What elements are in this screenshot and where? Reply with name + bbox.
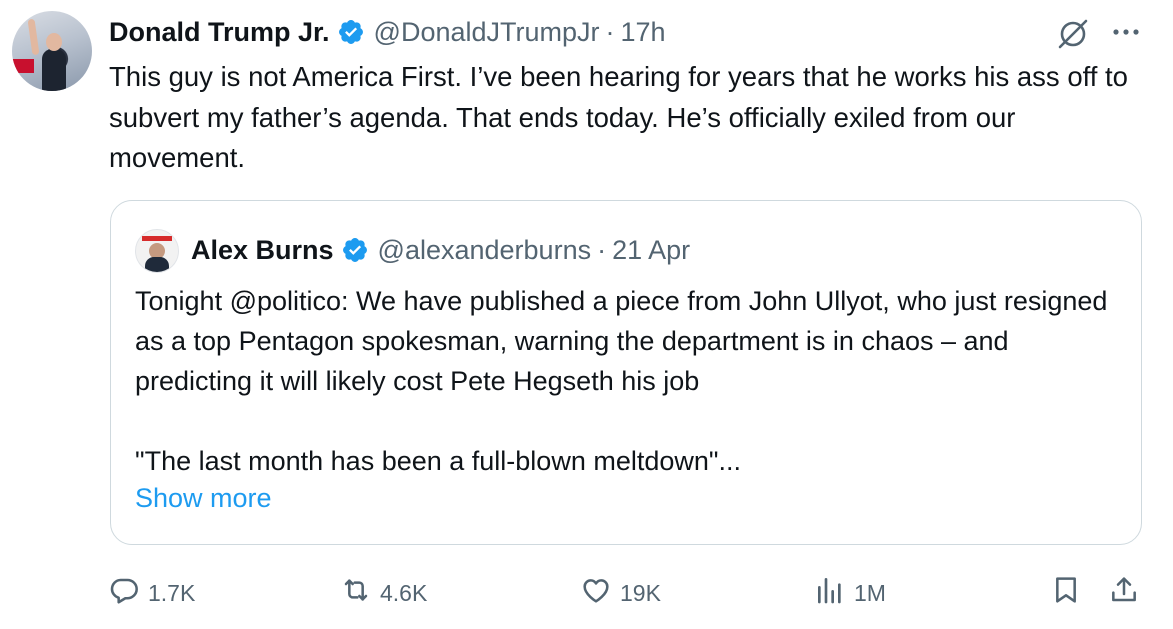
quoted-tweet-date[interactable]: 21 Apr: [612, 235, 690, 266]
author-avatar[interactable]: [12, 11, 92, 91]
quoted-author-avatar[interactable]: [135, 229, 179, 273]
share-button[interactable]: [1108, 570, 1140, 616]
more-icon[interactable]: [1110, 22, 1142, 42]
author-name[interactable]: Donald Trump Jr.: [109, 17, 330, 48]
bookmark-button[interactable]: [1050, 570, 1082, 616]
quoted-tweet-header: Alex Burns @alexanderburns · 21 Apr: [191, 231, 690, 269]
quoted-author-name[interactable]: Alex Burns: [191, 235, 334, 266]
quoted-paragraph-2: "The last month has been a full-blown me…: [135, 446, 741, 476]
grok-icon[interactable]: [1056, 17, 1090, 51]
verified-badge-icon: [341, 236, 369, 264]
action-bar: 1.7K 4.6K 19K 1M: [0, 570, 1173, 616]
views-button[interactable]: 1M: [814, 570, 886, 616]
views-count: 1M: [854, 579, 886, 606]
quoted-paragraph-1: Tonight @politico: We have published a p…: [135, 286, 1108, 396]
tweet-timestamp[interactable]: 17h: [621, 17, 666, 48]
quoted-tweet-text: Tonight @politico: We have published a p…: [135, 281, 1125, 481]
tweet-text: This guy is not America First. I’ve been…: [109, 61, 1128, 173]
tweet-header: Donald Trump Jr. @DonaldJTrumpJr · 17h: [109, 14, 666, 50]
repost-count: 4.6K: [380, 579, 428, 606]
views-icon: [814, 574, 846, 612]
verified-badge-icon: [337, 18, 365, 46]
like-count: 19K: [620, 579, 661, 606]
repost-button[interactable]: 4.6K: [340, 570, 427, 616]
separator-dot: ·: [605, 16, 615, 47]
like-button[interactable]: 19K: [580, 570, 661, 616]
reply-button[interactable]: 1.7K: [108, 570, 195, 616]
reply-icon: [108, 574, 140, 612]
quoted-author-handle[interactable]: @alexanderburns: [378, 235, 592, 266]
quoted-tweet[interactable]: Alex Burns @alexanderburns · 21 Apr Toni…: [110, 200, 1142, 545]
bookmark-icon: [1050, 574, 1082, 612]
like-icon: [580, 574, 612, 612]
share-icon: [1108, 574, 1140, 612]
author-handle[interactable]: @DonaldJTrumpJr: [374, 17, 600, 48]
separator-dot: ·: [597, 234, 607, 265]
repost-icon: [340, 574, 372, 612]
show-more-link[interactable]: Show more: [135, 483, 272, 514]
reply-count: 1.7K: [148, 579, 196, 606]
